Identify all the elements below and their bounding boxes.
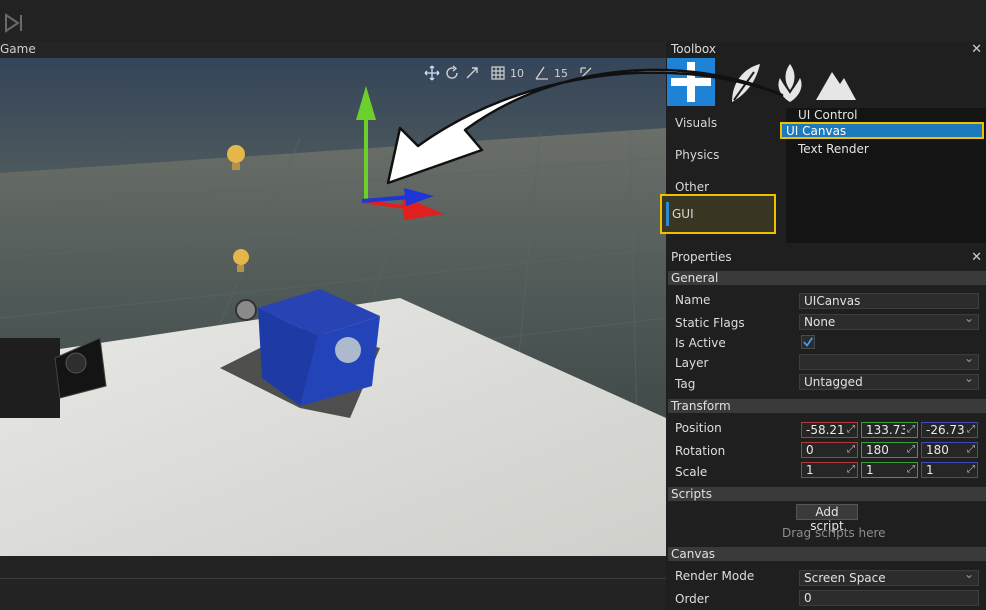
viewport-bottom-strip	[0, 556, 666, 610]
scale-x-field[interactable]: 1 ⤢	[801, 462, 858, 478]
tag-label: Tag	[675, 377, 696, 391]
order-field[interactable]: 0	[799, 590, 979, 606]
scale-label: Scale	[675, 465, 708, 479]
section-transform[interactable]: Transform	[668, 399, 986, 413]
grid-snap-value[interactable]: 10	[510, 67, 524, 80]
expand-icon[interactable]	[578, 65, 594, 81]
toolbox-title: Toolbox	[671, 42, 716, 56]
value: 180	[926, 443, 949, 457]
rotation-y-field[interactable]: 180 ⤢	[861, 442, 918, 458]
section-canvas[interactable]: Canvas	[668, 547, 986, 561]
main-toolbar	[0, 0, 986, 42]
value: 133.73	[866, 423, 908, 437]
sphere[interactable]	[235, 299, 257, 321]
properties-title: Properties	[671, 250, 732, 264]
item-ui-canvas[interactable]: UI Canvas	[780, 122, 984, 139]
close-icon[interactable]: ✕	[971, 42, 982, 57]
right-panel: Toolbox ✕ Visuals Physics Other GUI UI C…	[660, 42, 986, 610]
plus-icon[interactable]	[667, 58, 715, 106]
step-forward-icon[interactable]	[2, 12, 26, 34]
category-physics[interactable]: Physics	[668, 140, 776, 170]
position-z-field[interactable]: -26.736 ⤢	[921, 422, 978, 438]
value: 1	[806, 463, 814, 477]
scene-render	[0, 58, 666, 556]
position-x-field[interactable]: -58.213 ⤢	[801, 422, 858, 438]
scene-viewport[interactable]: 10 15	[0, 58, 666, 556]
expand-icon: ⤢	[845, 423, 855, 437]
value: 0	[806, 443, 814, 457]
order-label: Order	[675, 592, 710, 606]
static-flags-dropdown[interactable]: None	[799, 314, 979, 330]
mountain-icon[interactable]	[812, 58, 860, 106]
category-label: GUI	[672, 207, 694, 221]
value: 0	[804, 591, 812, 605]
value: 180	[866, 443, 889, 457]
grid-snap-icon[interactable]	[490, 65, 506, 81]
tag-dropdown[interactable]: Untagged	[799, 374, 979, 390]
is-active-checkbox[interactable]	[801, 335, 815, 349]
scale-icon[interactable]	[464, 65, 480, 81]
render-mode-dropdown[interactable]: Screen Space	[799, 570, 979, 586]
divider	[0, 578, 666, 579]
value: 1	[926, 463, 934, 477]
add-script-button[interactable]: Add script	[796, 504, 858, 533]
drag-scripts-hint: Drag scripts here	[782, 526, 886, 540]
value: 1	[866, 463, 874, 477]
expand-icon: ⤢	[965, 443, 975, 457]
game-tab[interactable]: Game	[0, 42, 666, 58]
angle-snap-value[interactable]: 15	[554, 67, 568, 80]
name-field[interactable]: UICanvas	[799, 293, 979, 309]
category-label: Visuals	[675, 116, 718, 130]
is-active-label: Is Active	[675, 336, 726, 350]
viewport-toolbar: 10 15	[424, 64, 594, 82]
rotation-label: Rotation	[675, 444, 726, 458]
rotate-icon[interactable]	[444, 65, 460, 81]
tree-icon[interactable]	[766, 58, 814, 106]
expand-icon: ⤢	[965, 463, 975, 477]
expand-icon: ⤢	[845, 463, 855, 477]
move-icon[interactable]	[424, 65, 440, 81]
render-mode-label: Render Mode	[675, 569, 755, 583]
leaf-icon[interactable]	[722, 58, 770, 106]
expand-icon: ⤢	[965, 423, 975, 437]
toolbox-categories: Visuals Physics Other GUI	[660, 108, 782, 243]
position-label: Position	[675, 421, 722, 435]
section-general[interactable]: General	[668, 271, 986, 285]
rotation-z-field[interactable]: 180 ⤢	[921, 442, 978, 458]
name-label: Name	[675, 293, 711, 307]
expand-icon: ⤢	[905, 423, 915, 437]
toolbox-icon-row	[666, 58, 986, 108]
close-icon[interactable]: ✕	[971, 250, 982, 265]
selection-indicator	[666, 202, 669, 226]
layer-label: Layer	[675, 356, 709, 370]
static-flags-label: Static Flags	[675, 316, 745, 330]
category-visuals[interactable]: Visuals	[668, 108, 776, 138]
category-label: Other	[675, 180, 710, 194]
item-text-render[interactable]: Text Render	[796, 142, 869, 159]
expand-icon: ⤢	[845, 443, 855, 457]
category-gui[interactable]: GUI	[660, 194, 776, 234]
expand-icon: ⤢	[905, 443, 915, 457]
angle-snap-icon[interactable]	[534, 65, 550, 81]
rotation-x-field[interactable]: 0 ⤢	[801, 442, 858, 458]
layer-dropdown[interactable]	[799, 354, 979, 370]
category-label: Physics	[675, 148, 720, 162]
scale-z-field[interactable]: 1 ⤢	[921, 462, 978, 478]
scale-y-field[interactable]: 1 ⤢	[861, 462, 918, 478]
expand-icon: ⤢	[905, 463, 915, 477]
game-tab-label: Game	[0, 42, 36, 56]
section-scripts[interactable]: Scripts	[668, 487, 986, 501]
position-y-field[interactable]: 133.73 ⤢	[861, 422, 918, 438]
